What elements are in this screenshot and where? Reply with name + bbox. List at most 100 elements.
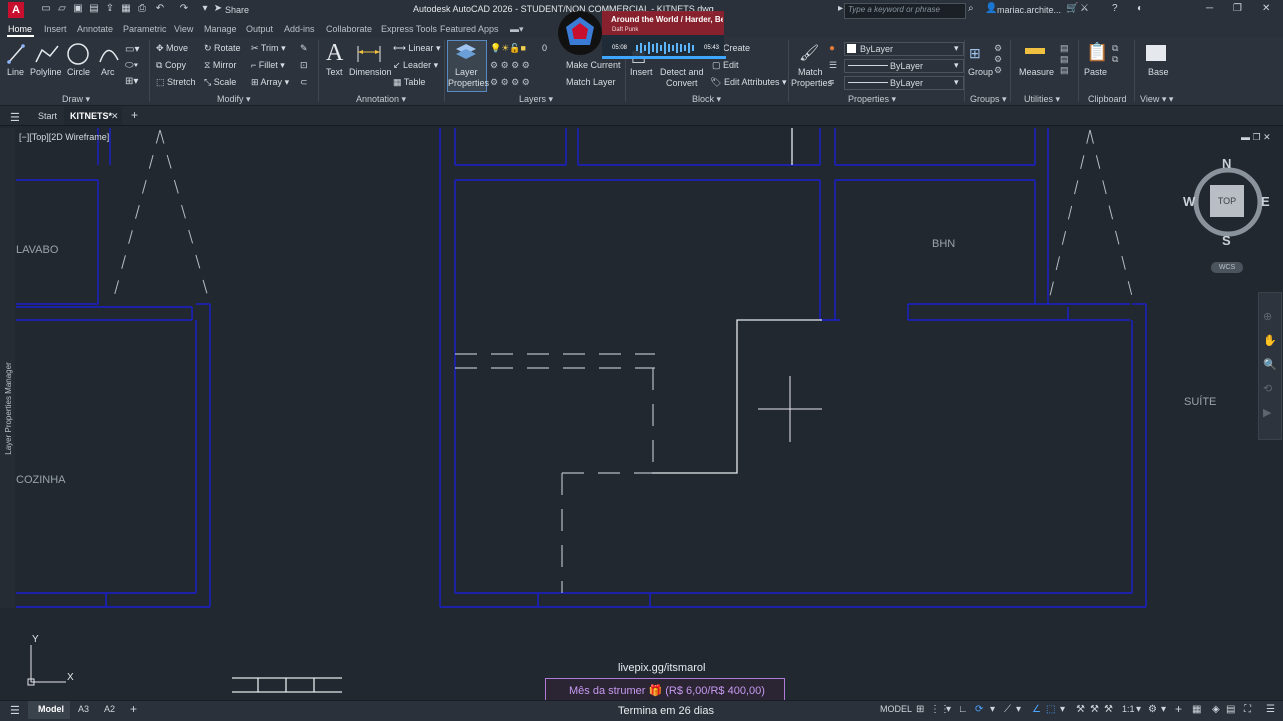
layout-tab-a2[interactable]: A2: [104, 704, 115, 714]
isodraft-icon[interactable]: ⟋: [1004, 704, 1011, 715]
user-icon[interactable]: 👤: [985, 3, 997, 14]
match-properties-icon[interactable]: 🖌: [799, 43, 819, 63]
group-button[interactable]: Group: [968, 67, 993, 77]
plot-icon[interactable]: ⎙: [136, 3, 148, 15]
close-icon[interactable]: ✕: [1262, 3, 1270, 14]
save-as-icon[interactable]: ▤: [88, 3, 100, 15]
make-current-button[interactable]: Make Current: [566, 60, 621, 70]
hatch-icon[interactable]: ⬭▾: [125, 60, 138, 71]
viewcube-top-face[interactable]: TOP: [1210, 185, 1244, 217]
user-account[interactable]: mariac.archite...: [997, 5, 1061, 15]
object-snap-icon[interactable]: ⬚: [1046, 704, 1055, 715]
circle-button[interactable]: Circle: [67, 67, 90, 77]
hamburger-menu-icon[interactable]: ☰: [10, 111, 20, 124]
utilities-panel-title[interactable]: Utilities ▾: [1024, 94, 1060, 105]
clean-screen-icon[interactable]: ⛶: [1244, 704, 1251, 715]
application-menu-button[interactable]: A: [8, 2, 24, 18]
erase-icon[interactable]: ✎: [300, 43, 308, 54]
workspace-gear-icon[interactable]: ⚙: [1148, 704, 1157, 715]
modify-panel-title[interactable]: Modify ▾: [217, 94, 251, 105]
compass-north[interactable]: N: [1222, 156, 1231, 171]
undo-icon[interactable]: ↶: [154, 3, 166, 15]
isolate-icon[interactable]: ◈: [1212, 704, 1220, 715]
compass-east[interactable]: E: [1261, 194, 1270, 209]
table-button[interactable]: ▦ Table: [393, 77, 425, 88]
save-icon[interactable]: ▣: [72, 3, 84, 15]
polar-dropdown-icon[interactable]: ▾: [990, 704, 995, 715]
tab-home[interactable]: Home: [8, 24, 32, 34]
tab-insert[interactable]: Insert: [44, 24, 67, 34]
lineweight-dropdown-arrow-icon[interactable]: ▾: [954, 77, 959, 88]
move-button[interactable]: ✥ Move: [156, 43, 188, 54]
polyline-button[interactable]: Polyline: [30, 67, 62, 77]
paste-icon[interactable]: 📋: [1086, 42, 1108, 63]
auto-scale-icon[interactable]: ⚒: [1104, 704, 1113, 715]
navigation-bar-icons[interactable]: ⊕ ✋ 🔍 ⟲ ▶: [1263, 305, 1277, 425]
edit-attributes-button[interactable]: 🏷 Edit Attributes ▾: [710, 77, 787, 88]
match-layer-button[interactable]: Match Layer: [566, 77, 616, 87]
tab-parametric[interactable]: Parametric: [123, 24, 167, 34]
insert-button[interactable]: Insert: [630, 67, 653, 77]
dimension-icon[interactable]: [356, 42, 382, 64]
fillet-button[interactable]: ⌐ Fillet ▾: [251, 60, 285, 71]
edit-block-button[interactable]: ▢ Edit: [712, 60, 739, 71]
new-file-icon[interactable]: ▭: [40, 3, 52, 15]
scale-dropdown-icon[interactable]: ▾: [1136, 704, 1141, 715]
polar-tracking-icon[interactable]: ⟳: [975, 704, 983, 715]
layer-tool-icons-row2[interactable]: ⚙ ⚙ ⚙ ⚙: [490, 77, 530, 88]
minimize-ribbon-icon[interactable]: ◐: [1137, 3, 1143, 14]
start-tab[interactable]: Start: [38, 111, 57, 121]
groups-panel-title[interactable]: Groups ▾: [970, 94, 1007, 105]
layout-menu-icon[interactable]: ☰: [10, 704, 20, 717]
block-panel-title[interactable]: Block ▾: [692, 94, 721, 105]
new-layout-icon[interactable]: +: [130, 702, 137, 716]
rectangle-icon[interactable]: ▭▾: [125, 44, 139, 55]
annotation-visibility-icon[interactable]: ⚒: [1090, 704, 1099, 715]
snap-dropdown-icon[interactable]: ▾: [946, 704, 951, 715]
active-file-tab-label[interactable]: KITNETS*: [70, 111, 112, 121]
match-properties-label-2[interactable]: Properties: [791, 78, 832, 88]
tab-view[interactable]: View: [174, 24, 193, 34]
exchange-icon[interactable]: ⚔: [1080, 3, 1089, 14]
copy-button[interactable]: ⧉ Copy: [156, 60, 186, 71]
clipboard-panel-title[interactable]: Clipboard: [1088, 94, 1127, 104]
drawing-canvas[interactable]: [0, 126, 1283, 700]
wcs-menu[interactable]: WCS: [1211, 262, 1243, 273]
scale-button[interactable]: ⤡ Scale: [204, 77, 236, 88]
layout-tab-a3[interactable]: A3: [78, 704, 89, 714]
measure-button[interactable]: Measure: [1019, 67, 1054, 77]
arc-button[interactable]: Arc: [101, 67, 115, 77]
new-tab-icon[interactable]: +: [131, 108, 138, 122]
utility-tools-icons[interactable]: ▤ ▤ ▤: [1060, 43, 1069, 76]
tab-manage[interactable]: Manage: [204, 24, 237, 34]
units-icon[interactable]: ▦: [1192, 704, 1201, 715]
color-dropdown-arrow-icon[interactable]: ▾: [954, 43, 959, 54]
customization-icon[interactable]: ☰: [1266, 704, 1275, 715]
object-snap-tracking-icon[interactable]: ∠: [1032, 704, 1041, 715]
layers-panel-title[interactable]: Layers ▾: [519, 94, 553, 105]
tab-collaborate[interactable]: Collaborate: [326, 24, 372, 34]
current-layer-value[interactable]: 0: [542, 43, 547, 53]
tab-output[interactable]: Output: [246, 24, 273, 34]
grid-icon[interactable]: ⊞: [916, 704, 924, 715]
search-icon[interactable]: ⌕: [968, 3, 974, 14]
base-view-icon[interactable]: [1146, 45, 1166, 61]
isodraft-dropdown-icon[interactable]: ▾: [1016, 704, 1021, 715]
qat-dropdown-icon[interactable]: ▾: [199, 3, 211, 15]
annotation-panel-title[interactable]: Annotation ▾: [356, 94, 406, 105]
tab-featured-apps[interactable]: Featured Apps: [440, 24, 499, 34]
text-icon[interactable]: A: [326, 40, 343, 67]
tab-express-tools[interactable]: Express Tools: [381, 24, 437, 34]
tab-addins[interactable]: Add-ins: [284, 24, 315, 34]
group-icon[interactable]: ⊞: [969, 45, 981, 62]
minimize-icon[interactable]: ─: [1206, 3, 1213, 14]
group-tools-icons[interactable]: ⚙ ⚙ ⚙: [994, 43, 1002, 76]
layer-tool-icons-row1[interactable]: ⚙ ⚙ ⚙ ⚙: [490, 60, 530, 71]
measure-icon[interactable]: [1025, 48, 1045, 54]
view-panel-title[interactable]: View ▾ ▾: [1140, 94, 1173, 105]
tab-annotate[interactable]: Annotate: [77, 24, 113, 34]
ortho-icon[interactable]: ∟: [958, 704, 968, 715]
layer-state-icons[interactable]: 💡☀🔓■: [490, 43, 526, 54]
offset-icon[interactable]: ⊂: [300, 77, 308, 88]
help-icon[interactable]: ?: [1112, 3, 1118, 14]
